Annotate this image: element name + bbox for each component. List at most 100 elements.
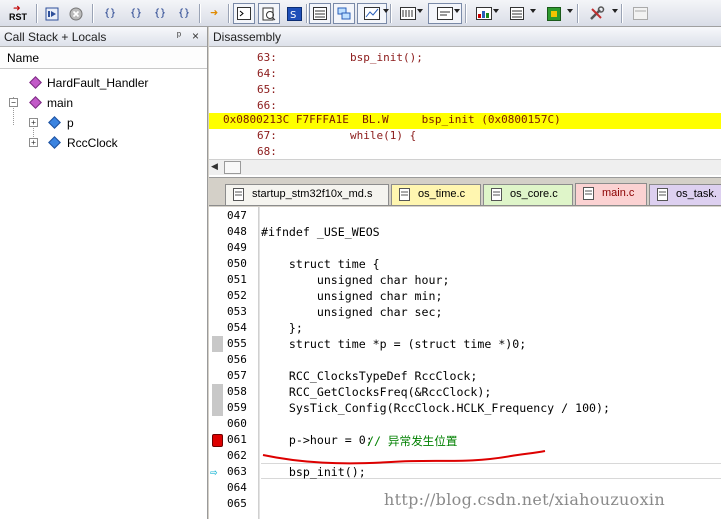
line-number[interactable]: 048 bbox=[209, 224, 259, 240]
command-window-button[interactable] bbox=[233, 3, 255, 24]
disassembly-current-instruction[interactable]: 0x0800213C F7FFFA1E BL.W bsp_init (0x080… bbox=[209, 113, 721, 129]
scroll-left-icon[interactable]: ◀ bbox=[211, 162, 218, 172]
code-line[interactable]: RCC_ClocksTypeDef RccClock; bbox=[261, 368, 721, 384]
disassembly-line[interactable]: 67: while(1) { bbox=[209, 129, 721, 145]
toolbar-separator bbox=[621, 4, 622, 23]
line-number-gutter[interactable]: 047 048 049 050 051 052 053 054 055 056 057 058 059 0… bbox=[209, 207, 259, 519]
reset-button[interactable]: ➜ RST bbox=[8, 4, 30, 24]
line-number[interactable]: 053 bbox=[209, 304, 259, 320]
source-line-number: 68: bbox=[257, 145, 277, 158]
close-icon[interactable]: × bbox=[192, 29, 199, 43]
line-number[interactable]: 062 bbox=[209, 448, 259, 464]
toolbox-button[interactable] bbox=[583, 3, 611, 24]
run-button[interactable] bbox=[42, 3, 62, 24]
debug-restore-views-button[interactable] bbox=[628, 3, 652, 24]
line-number[interactable]: 059 bbox=[209, 400, 259, 416]
line-number[interactable]: 056 bbox=[209, 352, 259, 368]
chevron-down-icon[interactable] bbox=[567, 9, 573, 13]
tab-startup-stm32f10x-md[interactable]: startup_stm32f10x_md.s bbox=[225, 184, 389, 205]
expand-icon[interactable]: + bbox=[29, 138, 38, 147]
code-line[interactable]: #ifndef _USE_WEOS bbox=[261, 224, 721, 240]
line-number[interactable]: 057 bbox=[209, 368, 259, 384]
code-line[interactable]: }; bbox=[261, 320, 721, 336]
line-number[interactable]: 058 bbox=[209, 384, 259, 400]
disassembly-window-button[interactable] bbox=[258, 3, 280, 24]
system-viewer-button[interactable] bbox=[540, 3, 568, 24]
analysis-window-button[interactable] bbox=[469, 3, 499, 24]
chevron-down-icon[interactable] bbox=[417, 9, 423, 13]
code-line[interactable] bbox=[261, 208, 721, 224]
disassembly-line[interactable]: 63: bsp_init(); bbox=[209, 51, 721, 67]
line-number[interactable]: 051 bbox=[209, 272, 259, 288]
chevron-down-icon[interactable] bbox=[612, 9, 618, 13]
serial-window-button[interactable] bbox=[428, 3, 462, 24]
stop-button[interactable] bbox=[66, 3, 86, 24]
gutter-margin bbox=[212, 224, 223, 240]
line-number[interactable]: 055 bbox=[209, 336, 259, 352]
gutter-margin bbox=[212, 496, 223, 512]
tree-row-main[interactable]: − main bbox=[0, 93, 207, 113]
tree-row-label: HardFault_Handler bbox=[47, 76, 149, 90]
chevron-down-icon[interactable] bbox=[493, 9, 499, 13]
toolbar-separator bbox=[92, 4, 93, 23]
line-number[interactable]: 047 bbox=[209, 208, 259, 224]
line-number[interactable]: 050 bbox=[209, 256, 259, 272]
tab-os-time[interactable]: os_time.c bbox=[391, 184, 481, 205]
expand-icon[interactable]: + bbox=[29, 118, 38, 127]
column-header-name[interactable]: Name bbox=[0, 47, 207, 69]
line-number[interactable]: 049 bbox=[209, 240, 259, 256]
line-number[interactable]: 064 bbox=[209, 480, 259, 496]
tab-os-core[interactable]: os_core.c bbox=[483, 184, 573, 205]
line-number[interactable]: 060 bbox=[209, 416, 259, 432]
gutter-margin bbox=[212, 320, 223, 336]
source-editor[interactable]: 047 048 049 050 051 052 053 054 055 056 057 058 059 0… bbox=[209, 207, 721, 519]
show-next-statement-button[interactable]: ➜ bbox=[204, 3, 224, 24]
code-line[interactable] bbox=[261, 352, 721, 368]
horizontal-scrollbar[interactable]: ◀ bbox=[209, 159, 721, 175]
line-number[interactable]: 054 bbox=[209, 320, 259, 336]
step-over-button[interactable]: {} bbox=[124, 3, 148, 24]
tree-row-label: p bbox=[67, 116, 74, 130]
step-into-button[interactable]: {} bbox=[98, 3, 122, 24]
disassembly-line[interactable]: 65: bbox=[209, 83, 721, 99]
annotation-underline bbox=[262, 450, 546, 465]
line-number[interactable]: ⇨ 063 bbox=[209, 464, 259, 480]
step-out-button[interactable]: {} bbox=[148, 3, 172, 24]
code-line[interactable]: RCC_GetClocksFreq(&RccClock); bbox=[261, 384, 721, 400]
call-stack-window-button[interactable] bbox=[333, 3, 355, 24]
line-number[interactable]: 061 bbox=[209, 432, 259, 448]
tree-row-rccclock[interactable]: + RccClock bbox=[0, 133, 207, 153]
function-icon bbox=[29, 96, 42, 109]
tab-os-task[interactable]: os_task. bbox=[649, 184, 721, 205]
code-line[interactable]: unsigned char min; bbox=[261, 288, 721, 304]
trace-window-button[interactable] bbox=[503, 3, 531, 24]
line-number[interactable]: 052 bbox=[209, 288, 259, 304]
watch-window-button[interactable] bbox=[357, 3, 387, 24]
code-line[interactable] bbox=[261, 416, 721, 432]
collapse-icon[interactable]: − bbox=[9, 98, 18, 107]
chevron-down-icon[interactable] bbox=[530, 9, 536, 13]
tree-row-p[interactable]: + p bbox=[0, 113, 207, 133]
scrollbar-thumb[interactable] bbox=[224, 161, 241, 174]
memory-window-button[interactable] bbox=[393, 3, 423, 24]
pin-icon[interactable]: ᵖ bbox=[177, 30, 181, 42]
chevron-down-icon[interactable] bbox=[454, 9, 460, 13]
reset-label: RST bbox=[9, 12, 27, 22]
code-line[interactable]: struct time { bbox=[261, 256, 721, 272]
tab-main-c[interactable]: main.c bbox=[575, 183, 647, 205]
tab-label: os_time.c bbox=[418, 188, 466, 200]
run-to-cursor-button[interactable]: {} bbox=[172, 3, 196, 24]
code-line[interactable]: SysTick_Config(RccClock.HCLK_Frequency /… bbox=[261, 400, 721, 416]
code-line[interactable] bbox=[261, 240, 721, 256]
registers-window-button[interactable] bbox=[309, 3, 331, 24]
line-number-text: 055 bbox=[227, 337, 247, 350]
disassembly-line[interactable]: 64: bbox=[209, 67, 721, 83]
line-number[interactable]: 065 bbox=[209, 496, 259, 512]
toolbox-icon bbox=[590, 6, 605, 20]
tree-row-hardfault-handler[interactable]: HardFault_Handler bbox=[0, 73, 207, 93]
code-line[interactable]: unsigned char hour; bbox=[261, 272, 721, 288]
chevron-down-icon[interactable] bbox=[383, 9, 389, 13]
symbols-window-button[interactable]: S bbox=[283, 3, 305, 24]
code-line[interactable]: unsigned char sec; bbox=[261, 304, 721, 320]
code-line[interactable]: struct time *p = (struct time *)0; bbox=[261, 336, 721, 352]
